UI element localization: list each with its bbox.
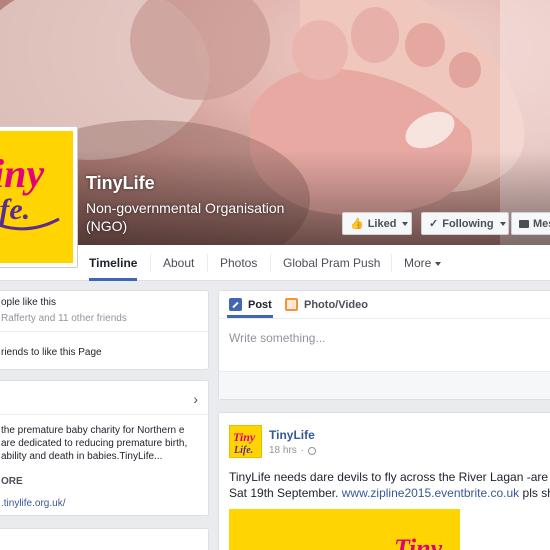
post-meta: 18 hrs · bbox=[269, 445, 317, 456]
friends-likes[interactable]: Rafferty and 11 other friends bbox=[1, 313, 127, 324]
invite-friends-link[interactable]: riends to like this Page bbox=[1, 347, 102, 358]
composer-tab-post[interactable]: Post bbox=[229, 298, 272, 311]
thumbs-up-icon: 👍 bbox=[350, 218, 364, 230]
svg-text:ife.: ife. bbox=[0, 193, 30, 226]
nav-divider bbox=[270, 254, 271, 272]
post-text: TinyLife needs dare devils to fly across… bbox=[229, 469, 550, 501]
liked-button[interactable]: 👍 Liked bbox=[342, 212, 412, 235]
tab-more-label: More bbox=[404, 256, 432, 270]
divider bbox=[0, 414, 208, 415]
chevron-down-icon bbox=[435, 261, 442, 266]
post-avatar[interactable]: Tiny Life. bbox=[229, 425, 262, 458]
composer-tab-photo-label: Photo/Video bbox=[304, 298, 368, 311]
tab-more[interactable]: More bbox=[404, 245, 442, 281]
post-text-line-1: TinyLife needs dare devils to fly across… bbox=[229, 470, 550, 484]
check-icon: ✓ bbox=[429, 218, 439, 230]
tab-global-pram-push[interactable]: Global Pram Push bbox=[283, 245, 380, 281]
about-card: › the premature baby charity for Norther… bbox=[0, 380, 209, 516]
chevron-down-icon bbox=[402, 221, 409, 226]
composer-tab-photo[interactable]: Photo/Video bbox=[285, 298, 368, 311]
post-text-end: pls shar bbox=[522, 486, 550, 500]
composer-input[interactable]: Write something... bbox=[229, 331, 325, 345]
page-title: TinyLife bbox=[86, 173, 155, 193]
logo-mark-icon: Tiny Life. bbox=[233, 430, 256, 456]
likes-card: ople like this Rafferty and 11 other fri… bbox=[0, 290, 209, 370]
tab-timeline[interactable]: Timeline bbox=[89, 245, 138, 281]
page-nav: Timeline About Photos Global Pram Push M… bbox=[0, 245, 550, 281]
composer-footer bbox=[219, 371, 550, 399]
page-category[interactable]: Non-governmental Organisation (NGO) bbox=[86, 199, 316, 235]
see-more-link[interactable]: ORE bbox=[1, 476, 23, 487]
liked-button-label: Liked bbox=[367, 217, 397, 230]
message-button-label: Mes bbox=[533, 217, 550, 230]
divider bbox=[0, 331, 208, 332]
tab-photos[interactable]: Photos bbox=[220, 245, 257, 281]
chevron-down-icon bbox=[499, 221, 506, 226]
composer-tab-post-label: Post bbox=[248, 298, 272, 311]
post-composer: Post Photo/Video Write something... bbox=[218, 290, 550, 400]
nav-divider bbox=[391, 254, 392, 272]
likes-count[interactable]: ople like this bbox=[1, 297, 56, 308]
post-timestamp[interactable]: 18 hrs bbox=[269, 445, 297, 456]
post-image[interactable]: Tiny bbox=[229, 509, 460, 550]
active-tab-indicator bbox=[227, 315, 273, 318]
tinylife-logo: iny ife. bbox=[0, 131, 73, 263]
photo-icon bbox=[285, 298, 298, 311]
nav-divider bbox=[150, 254, 151, 272]
timeline-post: Tiny Life. TinyLife 18 hrs · TinyLife ne… bbox=[218, 412, 550, 550]
post-separator: · bbox=[300, 445, 305, 456]
profile-picture[interactable]: iny ife. bbox=[0, 126, 78, 268]
message-icon bbox=[519, 219, 529, 228]
post-text-date: Sat 19th September. bbox=[229, 486, 339, 500]
post-text-line-2: Sat 19th September. www.zipline2015.even… bbox=[229, 485, 550, 501]
logo-mark-icon: iny ife. bbox=[0, 151, 60, 231]
nav-divider bbox=[207, 254, 208, 272]
post-link[interactable]: www.zipline2015.eventbrite.co.uk bbox=[342, 486, 519, 500]
website-link[interactable]: .tinylife.org.uk/ bbox=[1, 498, 65, 509]
logo-mark-icon: Tiny bbox=[394, 534, 443, 550]
pencil-icon bbox=[229, 298, 242, 311]
chevron-right-icon[interactable]: › bbox=[193, 391, 198, 407]
following-button[interactable]: ✓ Following bbox=[421, 212, 509, 235]
tab-about[interactable]: About bbox=[163, 245, 194, 281]
post-author[interactable]: TinyLife bbox=[269, 428, 315, 442]
following-button-label: Following bbox=[442, 217, 494, 230]
svg-text:iny: iny bbox=[0, 151, 44, 196]
about-description: the premature baby charity for Northern … bbox=[1, 425, 188, 462]
left-card bbox=[0, 528, 209, 550]
svg-text:Life.: Life. bbox=[233, 445, 253, 456]
svg-text:Tiny: Tiny bbox=[394, 534, 443, 550]
message-button[interactable]: Mes bbox=[511, 212, 550, 235]
composer-tabs: Post Photo/Video bbox=[219, 291, 550, 319]
svg-text:Tiny: Tiny bbox=[233, 430, 256, 444]
globe-icon[interactable] bbox=[308, 446, 317, 455]
